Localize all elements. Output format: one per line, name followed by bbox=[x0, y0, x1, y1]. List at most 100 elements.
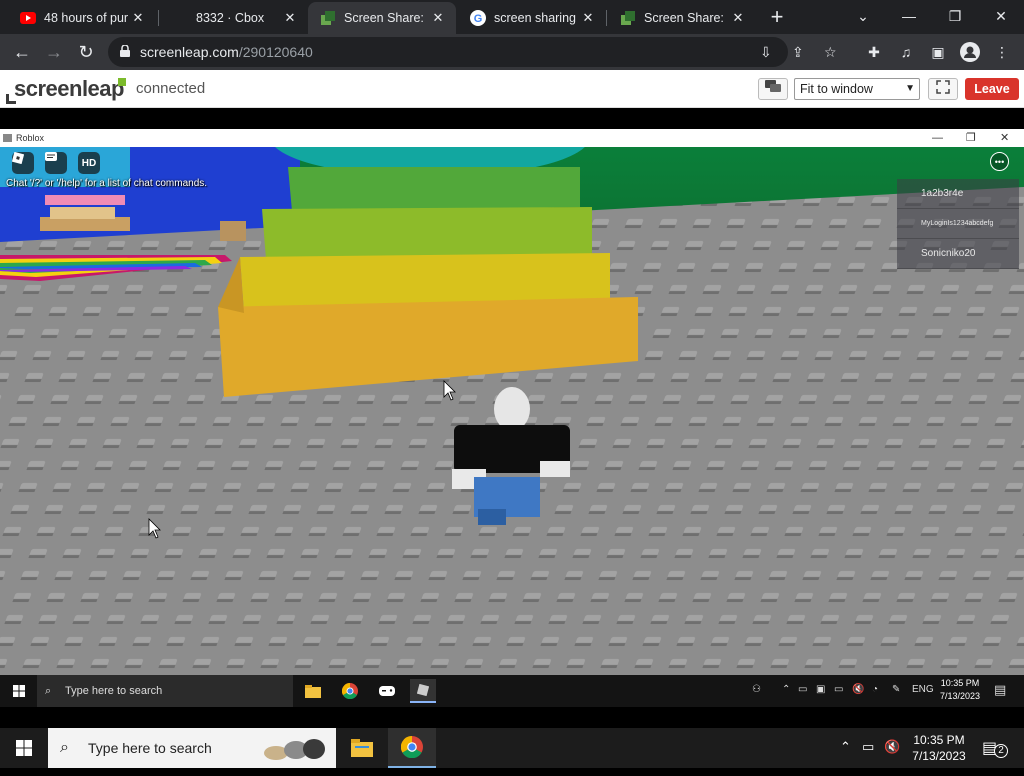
windows-start-icon[interactable] bbox=[0, 728, 48, 768]
chevron-up-icon[interactable]: ⌃ bbox=[840, 739, 851, 755]
windows-start-icon[interactable] bbox=[6, 679, 32, 703]
close-tab-icon[interactable]: ✕ bbox=[280, 10, 300, 26]
close-window-icon[interactable]: ✕ bbox=[1000, 129, 1009, 147]
share-icon[interactable]: ⇪ bbox=[792, 44, 804, 61]
view-mode-select[interactable]: Fit to window ▼ bbox=[794, 78, 920, 100]
wifi-icon[interactable]: ◔ bbox=[872, 684, 878, 695]
muted-speaker-icon[interactable]: 🔇 bbox=[852, 684, 864, 695]
stair-step-lime bbox=[262, 207, 592, 259]
back-arrow-icon[interactable]: ← bbox=[8, 38, 36, 66]
npc-prop bbox=[220, 221, 246, 241]
system-time: 10:35 PM bbox=[913, 733, 965, 747]
roblox-logo-icon bbox=[12, 152, 24, 164]
player-list-item[interactable]: 1a2b3r4e bbox=[897, 179, 1019, 209]
stair-step-green bbox=[288, 167, 580, 211]
pen-icon[interactable]: ✎ bbox=[892, 684, 900, 695]
profile-avatar-icon[interactable] bbox=[958, 40, 982, 64]
browser-toolbar: ← → ↻ screenleap.com/290120640 ⇩ ⇪ ☆ ✚ ♫… bbox=[0, 34, 1024, 70]
tab-label: 8332 · Cbox bbox=[196, 11, 265, 25]
lock-icon bbox=[120, 44, 130, 60]
battery-icon[interactable]: ▭ bbox=[834, 684, 843, 695]
fullscreen-button[interactable] bbox=[928, 78, 958, 100]
remote-search-placeholder: Type here to search bbox=[65, 685, 163, 697]
tab-separator bbox=[606, 10, 607, 26]
people-icon[interactable]: ⚇ bbox=[752, 684, 761, 695]
roblox-window-titlebar: Roblox — ❐ ✕ bbox=[0, 129, 1024, 147]
notifications-icon[interactable]: ▤ bbox=[994, 682, 1006, 698]
meet-now-icon[interactable]: ▭ bbox=[798, 684, 807, 695]
file-explorer-icon[interactable] bbox=[300, 679, 326, 703]
tab-separator bbox=[158, 10, 159, 26]
player-list-item[interactable]: MyLoginIs1234abcdefg bbox=[897, 209, 1019, 239]
player-list: 1a2b3r4e MyLoginIs1234abcdefg Sonicniko2… bbox=[897, 179, 1019, 269]
minimize-icon[interactable]: — bbox=[932, 129, 943, 147]
media-control-icon[interactable]: ♫ bbox=[894, 40, 918, 64]
extensions-puzzle-icon[interactable]: ✚ bbox=[862, 40, 886, 64]
display-icon[interactable]: ▣ bbox=[816, 684, 825, 695]
leave-button[interactable]: Leave bbox=[965, 78, 1019, 100]
system-date: 7/13/2023 bbox=[912, 749, 966, 763]
bookmark-star-icon[interactable]: ☆ bbox=[824, 44, 837, 61]
tab-cbox[interactable]: 8332 · Cbox ✕ bbox=[160, 2, 308, 34]
address-bar[interactable]: screenleap.com/290120640 ⇩ ⇪ ☆ bbox=[108, 37, 837, 67]
tab-google-search[interactable]: G screen sharing ✕ bbox=[458, 2, 606, 34]
tab-screen-share-active[interactable]: Screen Share: 29 ✕ bbox=[308, 2, 456, 34]
language-indicator[interactable]: ENG bbox=[912, 684, 934, 695]
network-icon[interactable]: ▭ bbox=[862, 739, 874, 755]
chrome-icon[interactable] bbox=[337, 679, 363, 703]
close-tab-icon[interactable]: ✕ bbox=[728, 10, 748, 26]
close-tab-icon[interactable]: ✕ bbox=[428, 10, 448, 26]
minimize-icon[interactable]: — bbox=[886, 0, 932, 32]
muted-speaker-icon[interactable]: 🔇 bbox=[884, 739, 900, 755]
remote-taskbar: ⌕ Type here to search ⚇ ⌃ ▭ ▣ ▭ 🔇 ◔ ✎ EN… bbox=[0, 675, 1024, 707]
roblox-window-title: Roblox bbox=[16, 133, 45, 143]
roblox-game-view[interactable]: HD Chat '/?' or '/help' for a list of ch… bbox=[0, 147, 1024, 675]
forward-arrow-icon[interactable]: → bbox=[40, 38, 68, 66]
roblox-app-icon bbox=[3, 134, 12, 142]
chat-bubbles-icon bbox=[765, 80, 781, 98]
view-mode-value: Fit to window bbox=[800, 82, 873, 96]
player-list-item[interactable]: Sonicniko20 bbox=[897, 239, 1019, 269]
chevron-up-icon[interactable]: ⌃ bbox=[782, 684, 790, 695]
remote-search-box[interactable]: ⌕ Type here to search bbox=[37, 675, 293, 707]
chat-hint-text: Chat '/?' or '/help' for a list of chat … bbox=[6, 178, 208, 189]
chrome-icon[interactable] bbox=[388, 728, 436, 768]
reload-icon[interactable]: ↻ bbox=[72, 38, 100, 66]
file-explorer-icon[interactable] bbox=[338, 728, 386, 768]
blank-icon bbox=[172, 10, 188, 26]
install-app-icon[interactable]: ⇩ bbox=[760, 44, 772, 61]
search-icon: ⌕ bbox=[45, 685, 52, 697]
tab-search-chevron-icon[interactable]: ⌄ bbox=[840, 0, 886, 32]
roblox-chat-button[interactable] bbox=[45, 152, 67, 174]
roblox-menu-button[interactable] bbox=[12, 152, 34, 174]
hd-toggle-button[interactable]: HD bbox=[78, 152, 100, 174]
close-window-icon[interactable]: ✕ bbox=[978, 0, 1024, 32]
game-scene bbox=[0, 147, 1024, 675]
restore-icon[interactable]: ❐ bbox=[932, 0, 978, 32]
tab-label: screen sharing bbox=[494, 11, 576, 25]
side-panel-icon[interactable]: ▣ bbox=[926, 40, 950, 64]
close-tab-icon[interactable]: ✕ bbox=[128, 10, 148, 26]
notification-center-button[interactable]: ▤ 2 bbox=[980, 736, 1008, 760]
system-clock[interactable]: 10:35 PM 7/13/2023 bbox=[906, 732, 972, 764]
more-options-icon[interactable]: ••• bbox=[990, 152, 1009, 171]
remote-clock[interactable]: 10:35 PM 7/13/2023 bbox=[936, 677, 984, 703]
fullscreen-icon bbox=[936, 79, 950, 99]
url-path: /290120640 bbox=[238, 44, 313, 60]
restore-icon[interactable]: ❐ bbox=[966, 129, 976, 147]
youtube-icon bbox=[20, 10, 36, 26]
search-icon: ⌕ bbox=[60, 739, 69, 756]
menu-kebab-icon[interactable]: ⋮ bbox=[990, 40, 1014, 64]
tab-label: 48 hours of pure bbox=[44, 11, 128, 25]
close-tab-icon[interactable]: ✕ bbox=[578, 10, 598, 26]
url-host: screenleap.com bbox=[140, 44, 239, 60]
roblox-taskbar-icon[interactable] bbox=[410, 679, 436, 703]
taskbar-search-box[interactable]: ⌕ Type here to search bbox=[48, 728, 336, 768]
tab-youtube[interactable]: 48 hours of pure ✕ bbox=[8, 2, 156, 34]
gamepad-icon[interactable] bbox=[374, 679, 400, 703]
tab-screen-share-2[interactable]: Screen Share: 29 ✕ bbox=[608, 2, 756, 34]
new-tab-button[interactable]: + bbox=[764, 5, 790, 31]
chat-button[interactable] bbox=[758, 78, 788, 100]
shared-screen-viewport[interactable]: Roblox — ❐ ✕ HD Chat '/?' or '/help' for… bbox=[0, 108, 1024, 707]
connection-status: connected bbox=[136, 80, 206, 97]
